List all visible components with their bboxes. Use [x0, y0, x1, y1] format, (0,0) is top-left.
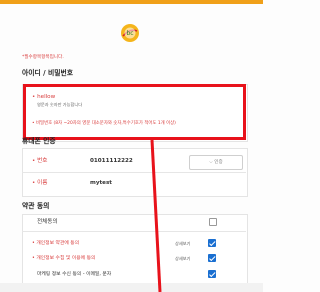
- annotation-arrow: [150, 139, 162, 292]
